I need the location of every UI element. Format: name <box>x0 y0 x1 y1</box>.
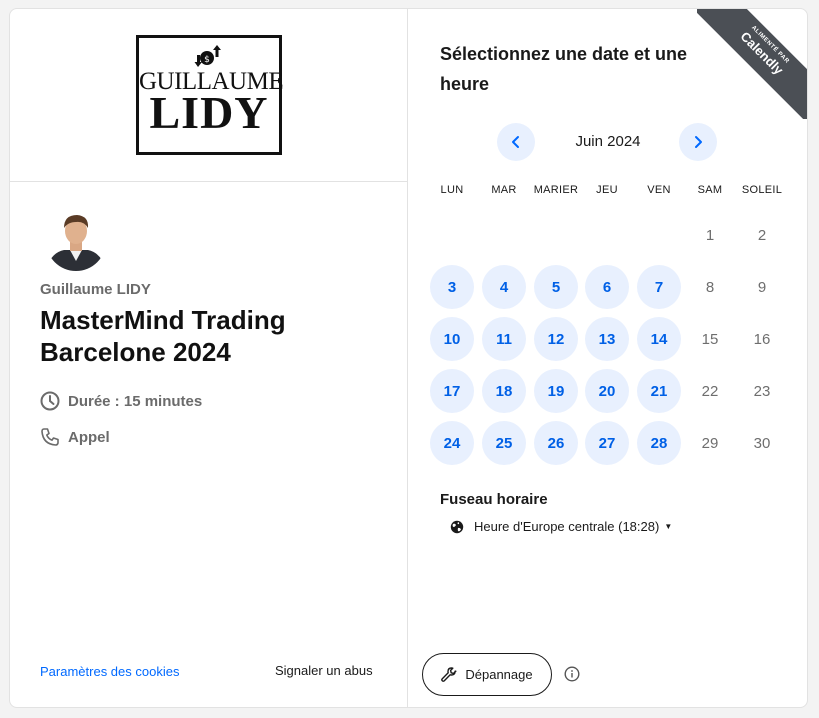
cookie-settings-link[interactable]: Paramètres des cookies <box>40 664 179 679</box>
calendar-day-available[interactable]: 21 <box>637 369 681 413</box>
company-logo: $ GUILLAUME LIDY <box>136 35 284 155</box>
calendar-day-available[interactable]: 3 <box>430 265 474 309</box>
calendar-heading: Sélectionnez une date et une heure <box>440 44 688 94</box>
next-month-button[interactable] <box>679 123 717 161</box>
calendar-day-unavailable: 16 <box>753 330 771 348</box>
calendar-day-unavailable: 8 <box>705 278 715 296</box>
current-month: Juin 2024 <box>575 133 641 150</box>
weekday-label: MAR <box>491 184 517 196</box>
troubleshoot-button[interactable]: Dépannage <box>422 653 552 696</box>
scheduling-panel: ALIMENTÉ PAR Calendly Sélectionnez une d… <box>408 9 807 707</box>
calendar-day-available[interactable]: 28 <box>637 421 681 465</box>
event-details-panel: $ GUILLAUME LIDY Guillaume LIDY MasterMi… <box>10 9 408 707</box>
calendar-day-available[interactable]: 10 <box>430 317 474 361</box>
weekday-label: VEN <box>647 184 671 196</box>
chevron-right-icon <box>695 136 702 148</box>
duration-text: Durée : 15 minutes <box>68 392 203 410</box>
calendar-day-available[interactable]: 14 <box>637 317 681 361</box>
calendar-day-available[interactable]: 4 <box>482 265 526 309</box>
logo-line2: LIDY <box>149 87 269 138</box>
wrench-icon <box>441 666 457 682</box>
weekday-label: MARIER <box>533 184 579 196</box>
calendar-day-available[interactable]: 12 <box>534 317 578 361</box>
troubleshoot-label: Dépannage <box>465 667 533 682</box>
event-location: Appel <box>40 427 110 447</box>
calendar-day-available[interactable]: 25 <box>482 421 526 465</box>
clock-icon <box>40 391 60 411</box>
weekday-label: LUN <box>440 184 464 196</box>
calendar-day-available[interactable]: 11 <box>482 317 526 361</box>
calendar-day-unavailable: 30 <box>753 434 771 452</box>
booking-card: $ GUILLAUME LIDY Guillaume LIDY MasterMi… <box>9 8 808 708</box>
coin-arrows-icon: $ <box>194 45 221 67</box>
logo-area: $ GUILLAUME LIDY <box>10 9 407 182</box>
previous-month-button[interactable] <box>497 123 535 161</box>
weekday-label: SOLEIL <box>741 184 783 196</box>
calendar-day-available[interactable]: 24 <box>430 421 474 465</box>
calendar-day-unavailable: 23 <box>753 382 771 400</box>
timezone-selector[interactable]: Heure d'Europe centrale (18:28) ▼ <box>450 519 672 534</box>
event-duration: Durée : 15 minutes <box>40 391 202 411</box>
phone-icon <box>41 428 59 446</box>
globe-icon <box>450 520 464 533</box>
calendar-day-unavailable: 9 <box>757 278 767 296</box>
location-text: Appel <box>68 428 110 446</box>
chevron-left-icon <box>512 136 519 148</box>
calendar-day-available[interactable]: 20 <box>585 369 629 413</box>
calendar-day-unavailable: 15 <box>701 330 719 348</box>
powered-by-ribbon[interactable]: ALIMENTÉ PAR Calendly <box>697 9 807 119</box>
calendar-day-available[interactable]: 7 <box>637 265 681 309</box>
caret-down-icon: ▼ <box>664 522 673 531</box>
calendar-day-available[interactable]: 5 <box>534 265 578 309</box>
host-avatar <box>46 211 102 271</box>
weekday-label: SAM <box>697 184 723 196</box>
calendar-day-available[interactable]: 27 <box>585 421 629 465</box>
calendar-day-unavailable: 22 <box>701 382 719 400</box>
calendar-day-available[interactable]: 26 <box>534 421 578 465</box>
report-abuse-link[interactable]: Signaler un abus <box>275 663 373 678</box>
calendar-day-unavailable: 1 <box>705 226 715 244</box>
calendar-day-available[interactable]: 18 <box>482 369 526 413</box>
info-icon[interactable] <box>564 666 580 682</box>
calendar-day-unavailable: 2 <box>757 226 767 244</box>
timezone-label: Fuseau horaire <box>440 491 548 508</box>
svg-text:$: $ <box>204 55 210 65</box>
calendar-day-available[interactable]: 19 <box>534 369 578 413</box>
calendar-day-unavailable: 29 <box>701 434 719 452</box>
calendar-day-available[interactable]: 17 <box>430 369 474 413</box>
calendar-day-available[interactable]: 13 <box>585 317 629 361</box>
host-name: Guillaume LIDY <box>40 281 151 298</box>
event-title: MasterMind Trading Barcelone 2024 <box>40 305 286 367</box>
timezone-value: Heure d'Europe centrale (18:28) <box>474 519 660 534</box>
calendar-day-available[interactable]: 6 <box>585 265 629 309</box>
weekday-label: JEU <box>596 184 618 196</box>
